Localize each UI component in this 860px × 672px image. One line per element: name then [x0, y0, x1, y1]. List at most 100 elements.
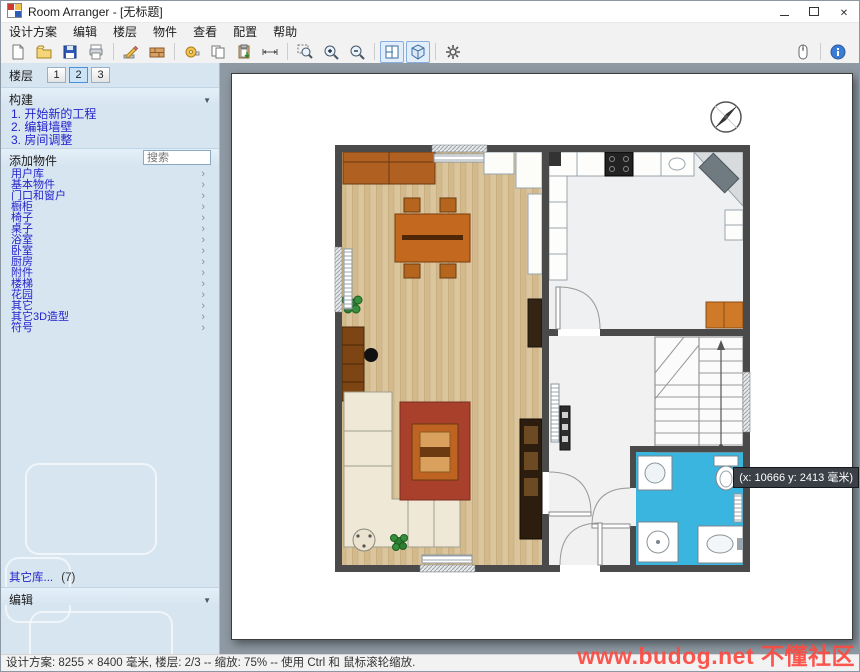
wall-shelf	[528, 194, 542, 274]
fridge	[516, 152, 542, 188]
toolbar-separator	[174, 43, 175, 60]
open-button[interactable]	[32, 41, 56, 63]
toolbar-separator	[287, 43, 288, 60]
floor-plan[interactable]	[232, 74, 852, 639]
category-garden[interactable]: 花园	[1, 290, 219, 301]
collapse-triangle-icon[interactable]	[203, 592, 211, 606]
category-other-3d[interactable]: 其它3D造型	[1, 312, 219, 323]
minimize-button[interactable]	[769, 1, 799, 22]
print-button[interactable]	[84, 41, 108, 63]
toolbar-separator	[374, 43, 375, 60]
add-objects-label: 添加物件	[9, 154, 57, 168]
category-cabinets[interactable]: 橱柜	[1, 202, 219, 213]
menu-design[interactable]: 设计方案	[1, 23, 65, 40]
room-arranger-window: Room Arranger - [无标题] 设计方案 编辑 楼层 物件 查看 配…	[0, 0, 860, 672]
dark-cabinet	[528, 299, 542, 347]
category-chairs[interactable]: 椅子	[1, 213, 219, 224]
collapse-triangle-icon[interactable]	[203, 92, 211, 106]
tape-measure-button[interactable]	[180, 41, 204, 63]
menu-view[interactable]: 查看	[185, 23, 225, 40]
watermark: www.budog.net 不懂社区	[577, 637, 855, 671]
menu-objects[interactable]: 物件	[145, 23, 185, 40]
tv-cabinet	[520, 419, 542, 539]
view-3d-button[interactable]	[406, 41, 430, 63]
build-step-adjust-rooms[interactable]: 3. 房间调整	[1, 134, 219, 147]
category-bathroom[interactable]: 浴室	[1, 235, 219, 246]
add-objects-header: 添加物件	[1, 148, 219, 166]
shelf-left	[549, 176, 567, 280]
wall-icon	[149, 44, 165, 60]
more-libraries-link[interactable]: 其它库...	[9, 572, 53, 584]
copy-button[interactable]	[206, 41, 230, 63]
category-accessories[interactable]: 附件	[1, 268, 219, 279]
menu-help[interactable]: 帮助	[265, 23, 305, 40]
mouse-wheel-button[interactable]	[791, 41, 815, 63]
orange-cabinet	[706, 302, 743, 328]
bookcase	[342, 327, 364, 401]
search-input[interactable]	[143, 150, 211, 165]
category-tables[interactable]: 桌子	[1, 224, 219, 235]
close-icon	[840, 5, 848, 19]
category-doors-windows[interactable]: 门口和窗户	[1, 191, 219, 202]
view-plan-button[interactable]	[380, 41, 404, 63]
radiator	[734, 494, 742, 522]
paste-button[interactable]	[232, 41, 256, 63]
zoom-out-icon	[349, 44, 365, 60]
washing-machine	[638, 456, 672, 490]
floor-button-1[interactable]: 1	[47, 67, 66, 83]
edit-walls-button[interactable]	[145, 41, 169, 63]
close-button[interactable]	[829, 1, 859, 22]
staircase[interactable]	[655, 337, 743, 452]
window-title: Room Arranger - [无标题]	[28, 3, 163, 20]
floors-label: 楼层	[9, 67, 33, 84]
sidebar: 楼层 1 2 3 构建 1. 开始新的工程 2. 编辑墙壁 3. 房间调整 添加…	[1, 63, 220, 654]
zoom-out-button[interactable]	[345, 41, 369, 63]
menu-floors[interactable]: 楼层	[105, 23, 145, 40]
build-label: 构建	[9, 93, 33, 107]
side-table	[353, 529, 375, 551]
category-kitchen[interactable]: 厨房	[1, 257, 219, 268]
edit-label: 编辑	[9, 593, 33, 607]
tape-measure-icon	[184, 44, 200, 60]
chevron-right-icon	[201, 323, 205, 334]
sink	[698, 526, 743, 563]
compass-icon[interactable]	[711, 102, 741, 132]
dimensions-button[interactable]	[258, 41, 282, 63]
shower	[638, 522, 678, 562]
zoom-selection-button[interactable]	[293, 41, 317, 63]
save-icon	[62, 44, 78, 60]
toolbar-separator	[820, 43, 821, 60]
save-button[interactable]	[58, 41, 82, 63]
settings-button[interactable]	[441, 41, 465, 63]
floor-button-3[interactable]: 3	[91, 67, 110, 83]
placeholder-shape	[25, 463, 157, 555]
radiator	[551, 384, 559, 442]
object-categories: 用户库 基本物件 门口和窗户 橱柜 椅子 桌子 浴室 卧室 厨房 附件 楼梯 花…	[1, 166, 219, 334]
menu-options[interactable]: 配置	[225, 23, 265, 40]
category-stairs[interactable]: 楼梯	[1, 279, 219, 290]
drawing-canvas[interactable]: (x: 10666 y: 2413 毫米)	[220, 63, 859, 654]
category-symbols[interactable]: 符号	[1, 323, 219, 334]
about-button[interactable]	[826, 41, 850, 63]
title-bar: Room Arranger - [无标题]	[1, 1, 859, 22]
new-document-icon	[10, 44, 26, 60]
category-bedroom[interactable]: 卧室	[1, 246, 219, 257]
pencil-icon	[123, 44, 139, 60]
view-3d-icon	[410, 44, 426, 60]
menu-bar: 设计方案 编辑 楼层 物件 查看 配置 帮助	[1, 22, 859, 39]
info-icon	[830, 44, 846, 60]
edit-section-header[interactable]: 编辑	[1, 587, 219, 605]
zoom-in-button[interactable]	[319, 41, 343, 63]
draw-walls-button[interactable]	[119, 41, 143, 63]
column	[549, 152, 561, 166]
menu-edit[interactable]: 编辑	[65, 23, 105, 40]
speaker	[364, 348, 378, 362]
build-section-header[interactable]: 构建	[1, 87, 219, 105]
maximize-button[interactable]	[799, 1, 829, 22]
plan-page[interactable]	[231, 73, 853, 640]
maximize-icon	[809, 7, 819, 16]
new-button[interactable]	[6, 41, 30, 63]
floor-button-2[interactable]: 2	[69, 67, 88, 83]
toolbar-separator	[113, 43, 114, 60]
more-libraries-row[interactable]: 其它库... (7)	[9, 569, 75, 585]
